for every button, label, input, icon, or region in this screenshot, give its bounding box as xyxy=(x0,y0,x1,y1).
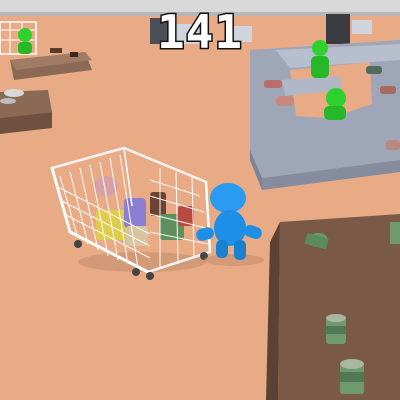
can-icon[interactable] xyxy=(390,222,400,244)
can-icon[interactable] xyxy=(340,359,364,394)
can-icon[interactable] xyxy=(326,314,346,344)
display-shelf-left xyxy=(0,89,52,134)
money-counter: 141 xyxy=(155,4,244,61)
game-scene[interactable] xyxy=(0,0,400,400)
product-table xyxy=(266,214,400,400)
